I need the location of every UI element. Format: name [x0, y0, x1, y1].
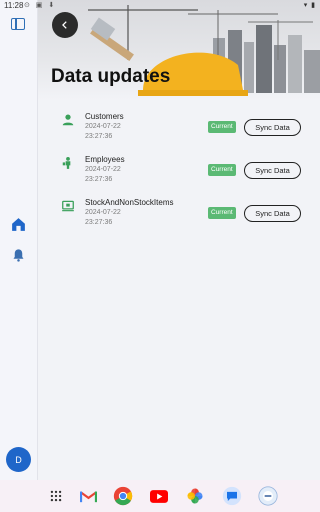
item-time: 23:27:36 [85, 219, 113, 226]
gmail-icon[interactable] [77, 485, 99, 507]
employee-icon [62, 157, 71, 169]
bell-icon[interactable] [11, 247, 26, 263]
toggle-sidebar-icon[interactable] [11, 18, 25, 30]
status-badge: Current [208, 164, 236, 176]
app-drawer-icon[interactable] [45, 485, 67, 507]
list-item-employees: Employees 2024-07-22 23:27:36 Current Sy… [38, 148, 320, 188]
photos-icon[interactable] [184, 485, 206, 507]
status-bar: 11:28 ⊙ ▣ ⬇ ▾ ▮ [0, 0, 320, 12]
item-name: StockAndNonStockItems [85, 198, 174, 207]
status-badge: Current [208, 207, 236, 219]
back-button[interactable] [52, 12, 78, 38]
item-time: 23:27:36 [85, 176, 113, 183]
person-icon [62, 114, 74, 126]
item-date: 2024-07-22 [85, 166, 121, 173]
item-date: 2024-07-22 [85, 123, 121, 130]
navigation-rail: D [0, 0, 38, 480]
list-item-stock-items: StockAndNonStockItems 2024-07-22 23:27:3… [38, 191, 320, 231]
home-icon[interactable] [10, 216, 27, 233]
avatar-initial: D [15, 454, 22, 465]
sync-data-button[interactable]: Sync Data [244, 119, 301, 136]
sync-data-button[interactable]: Sync Data [244, 162, 301, 179]
item-date: 2024-07-22 [85, 209, 121, 216]
status-time: 11:28 [4, 1, 24, 10]
list-item-customers: Customers 2024-07-22 23:27:36 Current Sy… [38, 105, 320, 145]
chevron-left-icon [62, 21, 67, 29]
sync-data-button[interactable]: Sync Data [244, 205, 301, 222]
status-system-icons: ▾ ▮ [303, 2, 316, 9]
app-icon[interactable] [257, 485, 279, 507]
status-notification-icons: ⊙ ▣ ⬇ [24, 2, 57, 9]
taskbar [0, 480, 320, 512]
messages-icon[interactable] [221, 485, 243, 507]
header-banner: Data updates [38, 0, 320, 100]
youtube-icon[interactable] [148, 485, 170, 507]
avatar[interactable]: D [6, 447, 31, 472]
chrome-icon[interactable] [112, 485, 134, 507]
item-time: 23:27:36 [85, 133, 113, 140]
item-name: Employees [85, 155, 125, 164]
item-name: Customers [85, 112, 124, 121]
page-title: Data updates [51, 66, 171, 87]
status-badge: Current [208, 121, 236, 133]
inventory-icon [62, 200, 74, 212]
